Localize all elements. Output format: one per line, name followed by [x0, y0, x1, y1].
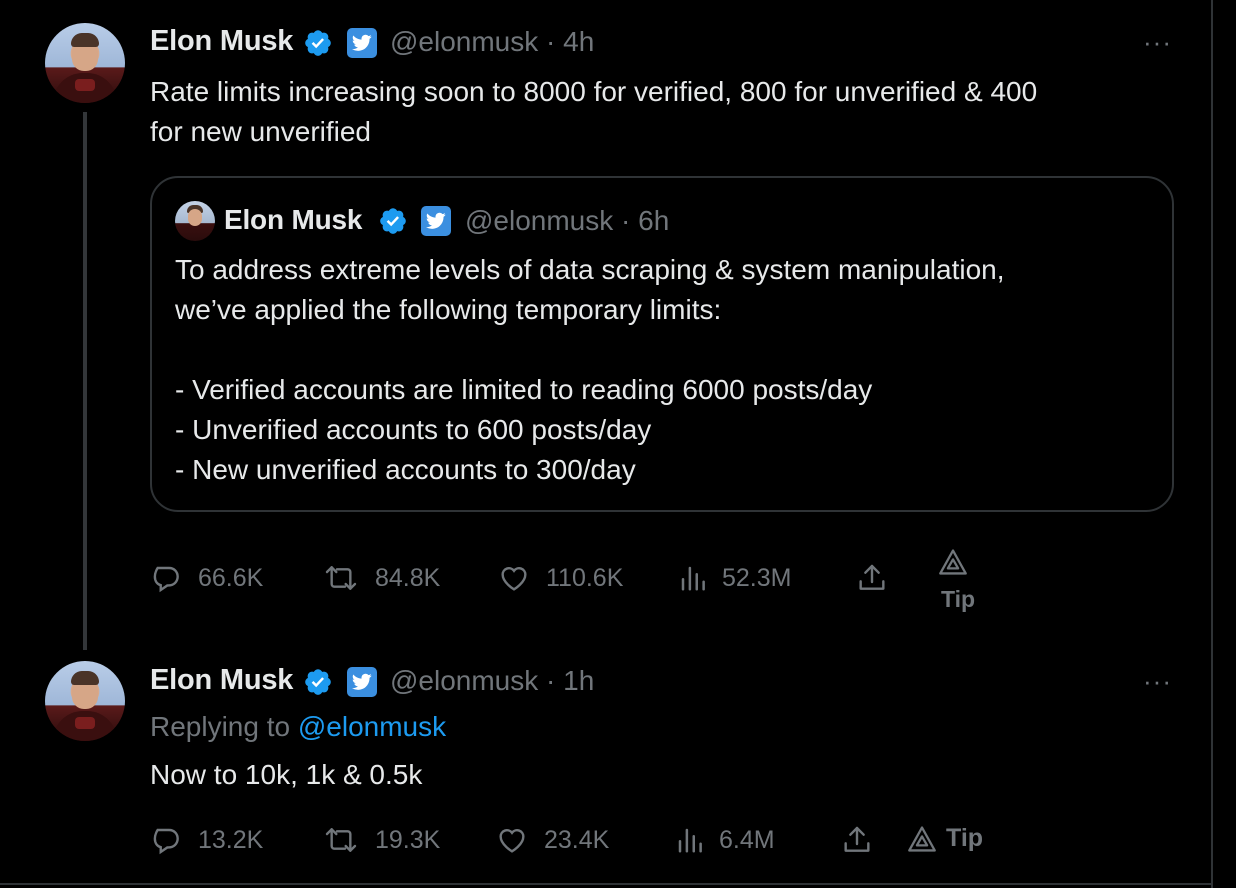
main-tweet-author-name[interactable]: Elon Musk: [150, 25, 293, 58]
reply-count: 66.6K: [198, 563, 264, 592]
quoted-tweet-time: · 6h: [621, 205, 670, 236]
tip-triangle-icon: [939, 549, 967, 575]
reply-button[interactable]: 66.6K: [150, 562, 263, 594]
twitter-bird-badge-icon: [347, 28, 377, 58]
repost-count: 84.8K: [375, 563, 441, 592]
main-tweet-time[interactable]: · 4h: [546, 26, 594, 57]
repost-button[interactable]: 19.3K: [321, 824, 440, 856]
tip-button[interactable]: Tip: [937, 548, 981, 614]
twitter-bird-badge-icon: [347, 667, 377, 697]
column-border-bottom: [0, 883, 1213, 885]
avatar-suit: [53, 711, 117, 741]
share-button[interactable]: [855, 562, 889, 594]
main-tweet-more-button[interactable]: ···: [1143, 29, 1172, 55]
reply-tweet-author-name[interactable]: Elon Musk: [150, 664, 293, 697]
reply-button[interactable]: 13.2K: [150, 824, 263, 856]
quoted-tweet-text: To address extreme levels of data scrapi…: [175, 254, 1005, 485]
views-bars-icon: [678, 828, 702, 853]
replying-to-handle-link[interactable]: @elonmusk: [298, 711, 446, 742]
heart-icon: [499, 829, 525, 853]
quoted-tweet-handle: @elonmusk: [465, 205, 614, 236]
column-border-right: [1211, 0, 1213, 888]
tip-label: Tip: [946, 824, 984, 852]
share-upload-icon: [859, 564, 885, 590]
views-button[interactable]: 52.3M: [678, 562, 791, 594]
like-count: 23.4K: [544, 825, 610, 854]
heart-icon: [501, 567, 527, 591]
repost-count: 19.3K: [375, 825, 441, 854]
main-tweet-handle-time[interactable]: @elonmusk · 4h: [390, 26, 594, 58]
views-button[interactable]: 6.4M: [675, 824, 775, 856]
avatar-face: [188, 209, 202, 226]
avatar-hair: [71, 33, 99, 47]
main-tweet-text: Rate limits increasing soon to 8000 for …: [150, 76, 1038, 147]
reply-bubble-icon: [153, 566, 179, 593]
main-tweet-avatar[interactable]: [45, 23, 125, 103]
repost-button[interactable]: 84.8K: [321, 562, 440, 594]
tip-triangle-icon: [908, 825, 936, 852]
views-count: 52.3M: [722, 563, 792, 592]
avatar-hair: [71, 671, 99, 685]
like-count: 110.6K: [546, 563, 624, 592]
tip-label: Tip: [941, 586, 976, 612]
main-tweet-handle[interactable]: @elonmusk: [390, 26, 538, 57]
reply-tweet-time[interactable]: · 1h: [546, 665, 594, 696]
verified-badge-icon: [305, 30, 331, 56]
quoted-tweet-author-name: Elon Musk: [224, 204, 363, 235]
like-button[interactable]: 23.4K: [494, 824, 609, 856]
reply-tweet-handle-time[interactable]: @elonmusk · 1h: [390, 665, 594, 697]
share-button[interactable]: [840, 824, 874, 856]
like-button[interactable]: 110.6K: [496, 562, 623, 594]
reply-tweet-handle[interactable]: @elonmusk: [390, 665, 538, 696]
reply-tweet-text: Now to 10k, 1k & 0.5k: [150, 759, 423, 790]
reply-tweet-more-button[interactable]: ···: [1143, 668, 1172, 694]
share-upload-icon: [844, 826, 870, 852]
views-bars-icon: [681, 566, 705, 591]
reply-count: 13.2K: [198, 825, 264, 854]
tip-button[interactable]: Tip: [906, 824, 983, 853]
reply-bubble-icon: [153, 828, 179, 855]
reply-tweet-avatar[interactable]: [45, 661, 125, 741]
twitter-bird-badge-icon: [421, 206, 451, 236]
avatar-suit: [53, 73, 117, 103]
thread-connector-line: [83, 112, 87, 650]
replying-to-label: Replying to: [150, 711, 291, 742]
replying-to-line: Replying to @elonmusk: [150, 711, 446, 743]
quoted-tweet-avatar: [175, 201, 215, 241]
quoted-tweet-handle-time: @elonmusk · 6h: [465, 205, 669, 237]
repost-arrows-icon: [325, 828, 357, 852]
repost-arrows-icon: [325, 566, 357, 590]
verified-badge-icon: [305, 669, 331, 695]
verified-badge-icon: [380, 208, 406, 234]
views-count: 6.4M: [719, 825, 775, 854]
